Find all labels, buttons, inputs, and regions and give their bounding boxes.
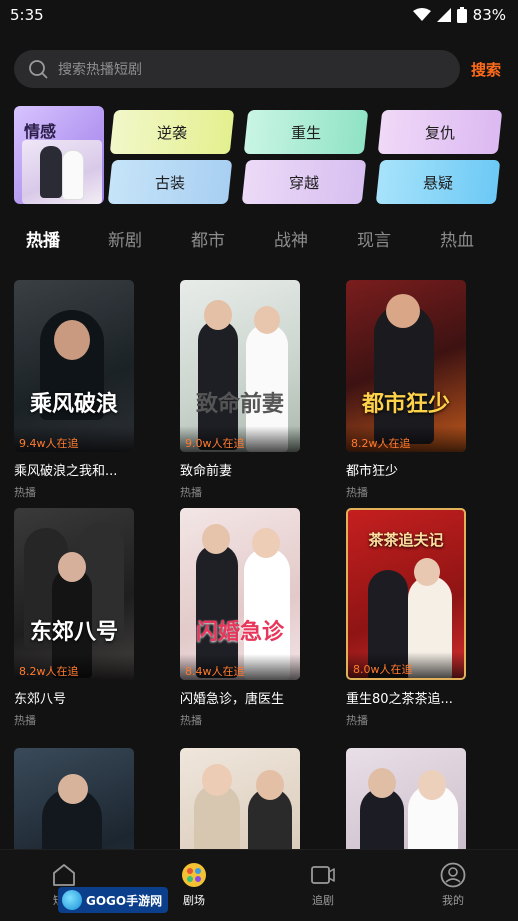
genre-chip-label: 穿越 bbox=[288, 173, 319, 192]
drama-card[interactable]: 致命前妻 9.0w人在追 致命前妻 热播 bbox=[180, 280, 302, 500]
genre-chip-1[interactable]: 重生 bbox=[243, 110, 369, 154]
drama-poster: 致命前妻 9.0w人在追 bbox=[180, 280, 300, 452]
drama-card[interactable]: 闪婚急诊 8.4w人在追 闪婚急诊，唐医生 热播 bbox=[180, 508, 302, 728]
drama-poster: 都市狂少 8.2w人在追 bbox=[346, 280, 466, 452]
status-time: 5:35 bbox=[10, 6, 44, 24]
drama-card[interactable]: 乘风破浪 9.4w人在追 乘风破浪之我和... 热播 bbox=[14, 280, 136, 500]
view-count: 9.0w人在追 bbox=[180, 426, 300, 452]
drama-card[interactable]: 茶茶追夫记 8.0w人在追 重生80之茶茶追... 热播 bbox=[346, 508, 468, 728]
tab-hot[interactable]: 热播 bbox=[26, 226, 60, 251]
search-input[interactable]: 搜索热播短剧 bbox=[14, 50, 460, 88]
poster-title: 茶茶追夫记 bbox=[368, 531, 444, 549]
genre-featured-label: 情感 bbox=[24, 122, 57, 141]
genre-area: 情感 逆袭 重生 复仇 古装 穿越 悬疑 bbox=[14, 106, 504, 204]
tab-new[interactable]: 新剧 bbox=[108, 226, 142, 251]
poster-title: 东郊八号 bbox=[29, 620, 118, 645]
wifi-icon bbox=[412, 8, 431, 21]
search-icon bbox=[29, 60, 48, 79]
nav-follow[interactable]: 追剧 bbox=[283, 862, 363, 908]
drama-title: 乘风破浪之我和... bbox=[14, 464, 118, 479]
drama-poster: 闪婚急诊 8.4w人在追 bbox=[180, 508, 300, 680]
battery-level: 83% bbox=[472, 6, 506, 24]
drama-tag: 热播 bbox=[346, 714, 368, 727]
drama-title: 致命前妻 bbox=[180, 464, 233, 479]
search-button[interactable]: 搜索 bbox=[471, 59, 501, 80]
drama-tag: 热播 bbox=[14, 714, 36, 727]
tab-war-god[interactable]: 战神 bbox=[274, 226, 308, 251]
drama-title: 东郊八号 bbox=[14, 692, 67, 707]
view-count: 9.4w人在追 bbox=[14, 426, 134, 452]
view-count: 8.4w人在追 bbox=[180, 654, 300, 680]
search-row: 搜索热播短剧 搜索 bbox=[14, 50, 506, 88]
profile-icon bbox=[440, 862, 466, 888]
poster-title: 致命前妻 bbox=[195, 392, 284, 417]
drama-tag: 热播 bbox=[346, 486, 368, 499]
genre-featured-image bbox=[22, 140, 102, 204]
genre-chip-5[interactable]: 悬疑 bbox=[375, 160, 501, 204]
category-tabs: 热播 新剧 都市 战神 现言 热血 bbox=[0, 226, 518, 256]
watermark-text: GOGO手游网 bbox=[86, 893, 163, 908]
tab-modern-romance[interactable]: 现言 bbox=[357, 226, 391, 251]
tab-action[interactable]: 热血 bbox=[440, 226, 474, 251]
drama-title: 重生80之茶茶追... bbox=[346, 692, 453, 707]
genre-chip-label: 古装 bbox=[154, 173, 185, 192]
view-count: 8.2w人在追 bbox=[14, 654, 134, 680]
genre-chip-label: 悬疑 bbox=[422, 173, 453, 192]
bottom-nav: 短剧 剧场 追剧 我的 GOGO手游网 bbox=[0, 849, 518, 921]
watermark-logo: GOGO手游网 bbox=[58, 887, 169, 913]
genre-chip-0[interactable]: 逆袭 bbox=[109, 110, 235, 154]
search-placeholder: 搜索热播短剧 bbox=[58, 62, 142, 78]
theater-icon bbox=[182, 863, 206, 887]
drama-card[interactable]: 都市狂少 8.2w人在追 都市狂少 热播 bbox=[346, 280, 468, 500]
drama-card[interactable]: 东郊八号 8.2w人在追 东郊八号 热播 bbox=[14, 508, 136, 728]
drama-tag: 热播 bbox=[180, 714, 202, 727]
poster-title: 都市狂少 bbox=[361, 392, 450, 417]
status-icons: 83% bbox=[412, 6, 506, 24]
drama-poster: 东郊八号 8.2w人在追 bbox=[14, 508, 134, 680]
drama-title: 闪婚急诊，唐医生 bbox=[180, 692, 285, 707]
drama-title: 都市狂少 bbox=[346, 464, 399, 479]
view-count: 8.0w人在追 bbox=[348, 652, 464, 678]
genre-chip-label: 重生 bbox=[290, 123, 321, 142]
nav-label: 追剧 bbox=[312, 894, 334, 907]
poster-title: 乘风破浪 bbox=[29, 392, 118, 417]
genre-chip-3[interactable]: 古装 bbox=[107, 160, 233, 204]
genre-chip-2[interactable]: 复仇 bbox=[377, 110, 503, 154]
nav-profile[interactable]: 我的 bbox=[413, 862, 493, 908]
signal-icon bbox=[436, 8, 451, 22]
genre-chip-label: 逆袭 bbox=[156, 123, 187, 142]
tab-urban[interactable]: 都市 bbox=[191, 226, 225, 251]
genre-featured-card[interactable]: 情感 bbox=[14, 106, 104, 204]
drama-tag: 热播 bbox=[14, 486, 36, 499]
view-count: 8.2w人在追 bbox=[346, 426, 466, 452]
nav-label: 我的 bbox=[442, 894, 464, 907]
battery-icon bbox=[456, 7, 467, 23]
status-bar: 5:35 83% bbox=[0, 0, 518, 30]
genre-chip-label: 复仇 bbox=[424, 123, 455, 142]
drama-poster: 茶茶追夫记 8.0w人在追 bbox=[346, 508, 466, 680]
home-icon bbox=[53, 864, 75, 886]
poster-title: 闪婚急诊 bbox=[195, 620, 284, 645]
drama-tag: 热播 bbox=[180, 486, 202, 499]
drama-poster: 乘风破浪 9.4w人在追 bbox=[14, 280, 134, 452]
genre-chip-4[interactable]: 穿越 bbox=[241, 160, 367, 204]
video-icon bbox=[311, 866, 335, 884]
